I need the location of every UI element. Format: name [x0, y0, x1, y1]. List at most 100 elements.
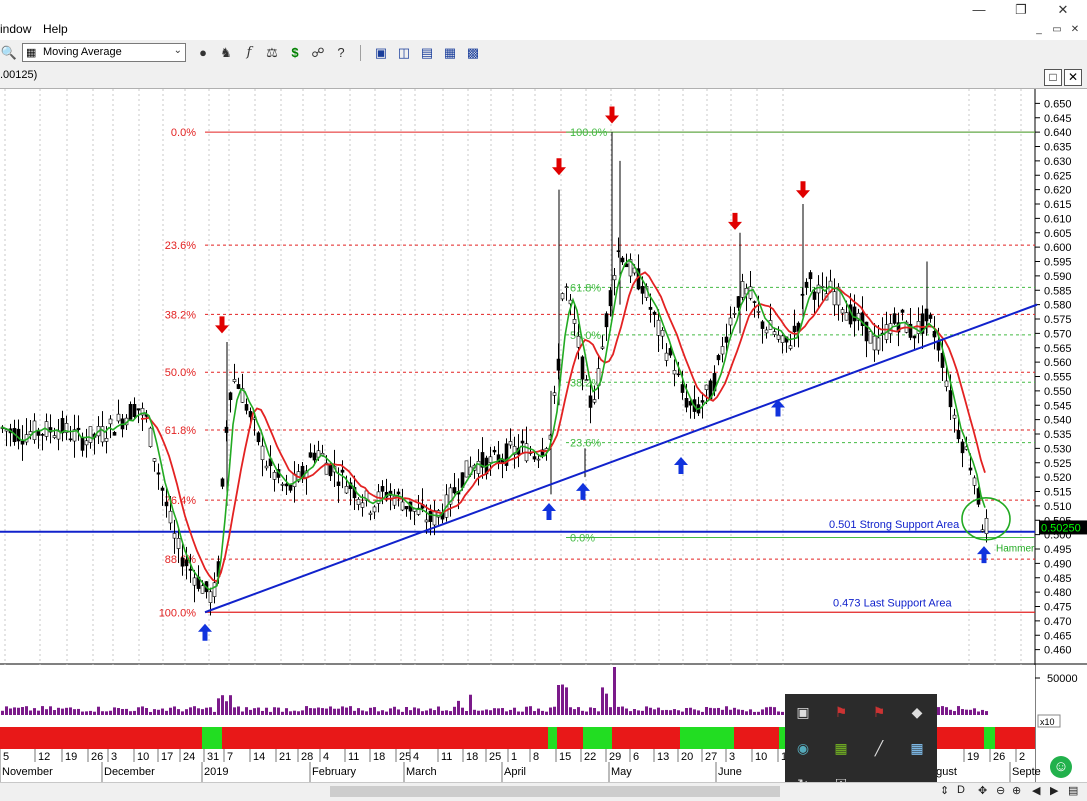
volume-bar	[561, 684, 564, 715]
person-icon[interactable]: ♞	[217, 44, 235, 62]
help-pointer-icon[interactable]: ?	[332, 44, 350, 62]
candle-up	[664, 352, 669, 361]
tile-grid-icon[interactable]: ▦	[441, 44, 459, 62]
mdi-minimize-icon[interactable]: _	[1032, 24, 1046, 36]
scroll-end-icon[interactable]: ▤	[1068, 784, 1078, 797]
volume-bar	[769, 706, 772, 715]
globe-icon[interactable]: ◉	[793, 738, 813, 758]
volume-bar	[961, 709, 964, 715]
month-label: Septe	[1012, 766, 1041, 778]
candle-down	[932, 330, 937, 338]
menu-window[interactable]: indow	[0, 22, 31, 36]
status-smiley-icon[interactable]: ☺	[1050, 756, 1072, 778]
candle-down	[588, 395, 593, 408]
candle-down	[948, 390, 953, 408]
volume-bar	[693, 709, 696, 715]
volume-bar	[649, 707, 652, 715]
day-label: 17	[161, 751, 173, 763]
scroll-right-icon[interactable]: ▶	[1050, 784, 1058, 797]
zoom-out-icon[interactable]: ⊖	[996, 784, 1005, 797]
scroll-left-icon[interactable]: ◀	[1032, 784, 1040, 797]
daily-period-icon[interactable]: D	[957, 784, 965, 796]
nvidia-icon[interactable]: ▦	[831, 738, 851, 758]
volume-bar	[689, 707, 692, 715]
candle-down	[960, 441, 965, 454]
close-chart-icon[interactable]: ✕	[1064, 69, 1082, 86]
menu-help[interactable]: Help	[43, 22, 68, 36]
candle-up	[704, 384, 709, 390]
scale-icon[interactable]: ⚖	[263, 44, 281, 62]
restore-icon[interactable]: ❐	[1010, 2, 1032, 18]
dollar-icon[interactable]: $	[286, 44, 304, 62]
volume-bar	[973, 708, 976, 715]
zoom-in-icon[interactable]: ⊕	[1012, 784, 1021, 797]
candle-down	[80, 437, 85, 451]
volume-bar	[653, 709, 656, 715]
candle-down	[284, 483, 289, 487]
binoculars-icon[interactable]: ☍	[309, 44, 327, 62]
volume-bar	[309, 708, 312, 715]
zoom-icon[interactable]: 🔍	[0, 44, 18, 62]
y-tick-label: 0.570	[1044, 328, 1072, 340]
volume-bar	[585, 711, 588, 715]
function-icon[interactable]: f	[240, 44, 258, 62]
arrange-icon[interactable]: ▩	[464, 44, 482, 62]
candle-down	[912, 335, 917, 339]
minimize-icon[interactable]: —	[968, 2, 990, 18]
volume-bar	[29, 710, 32, 715]
mdi-restore-icon[interactable]: ▭	[1050, 24, 1064, 36]
fib-left-label: 38.2%	[165, 309, 196, 321]
volume-bar	[13, 707, 16, 715]
volume-bar	[493, 708, 496, 715]
volume-bar	[113, 707, 116, 715]
volume-bar	[249, 709, 252, 715]
app-flag-icon[interactable]: ⚑	[831, 702, 851, 722]
volume-bar	[73, 709, 76, 715]
candle-down	[288, 484, 293, 491]
cascade-icon[interactable]: ▣	[372, 44, 390, 62]
candle-up	[872, 335, 877, 351]
month-label: April	[504, 766, 526, 778]
candle-down	[128, 404, 133, 420]
volume-bar	[541, 710, 544, 715]
volume-bar	[729, 709, 732, 715]
network-icon[interactable]: ╱	[869, 738, 889, 758]
y-tick-label: 0.640	[1044, 127, 1072, 139]
trend-strip-green	[583, 727, 612, 749]
display-icon[interactable]: ▦	[907, 738, 927, 758]
fib-left-label: 100.0%	[159, 607, 197, 619]
candle-down	[700, 400, 705, 403]
candle-down	[336, 481, 341, 486]
pan-icon[interactable]: ✥	[978, 784, 987, 797]
y-tick-label: 0.585	[1044, 285, 1072, 297]
indicator-select[interactable]: ▦ Moving Average ⌄	[22, 43, 186, 62]
tile-vertical-icon[interactable]: ◫	[395, 44, 413, 62]
y-tick-label: 0.485	[1044, 573, 1072, 585]
candle-up	[400, 501, 405, 511]
candle-up	[84, 440, 89, 446]
snip-icon[interactable]: ▣	[793, 702, 813, 722]
app-flag-icon-2[interactable]: ⚑	[869, 702, 889, 722]
candle-down	[380, 486, 385, 492]
volume-bar	[949, 709, 952, 715]
y-tick-label: 0.625	[1044, 170, 1072, 182]
candle-up	[728, 317, 733, 326]
bomb-icon[interactable]: ●	[194, 44, 212, 62]
volume-bar	[213, 711, 216, 715]
day-label: 10	[137, 751, 149, 763]
scrollbar-thumb[interactable]	[330, 786, 780, 797]
scroll-mode-icon[interactable]: ⇕	[940, 784, 949, 797]
maximize-icon[interactable]: □	[1044, 69, 1062, 86]
candle-up	[152, 458, 157, 462]
volume-bar	[1, 710, 4, 715]
diamond-icon[interactable]: ◆	[907, 702, 927, 722]
close-window-icon[interactable]: ✕	[1052, 2, 1074, 18]
mdi-close-icon[interactable]: ✕	[1068, 24, 1082, 36]
price-chart[interactable]: 0.650 0.645 0.640 0.635 0.630 0.625 0.620 0.615…	[0, 89, 1087, 782]
candle-up	[612, 275, 617, 281]
day-label: 15	[559, 751, 571, 763]
candle-down	[164, 501, 169, 507]
candle-up	[200, 585, 205, 594]
horizontal-scrollbar[interactable]: ⇕ D ✥ ⊖ ⊕ ◀ ▶ ▤	[0, 782, 1087, 801]
tile-horizontal-icon[interactable]: ▤	[418, 44, 436, 62]
